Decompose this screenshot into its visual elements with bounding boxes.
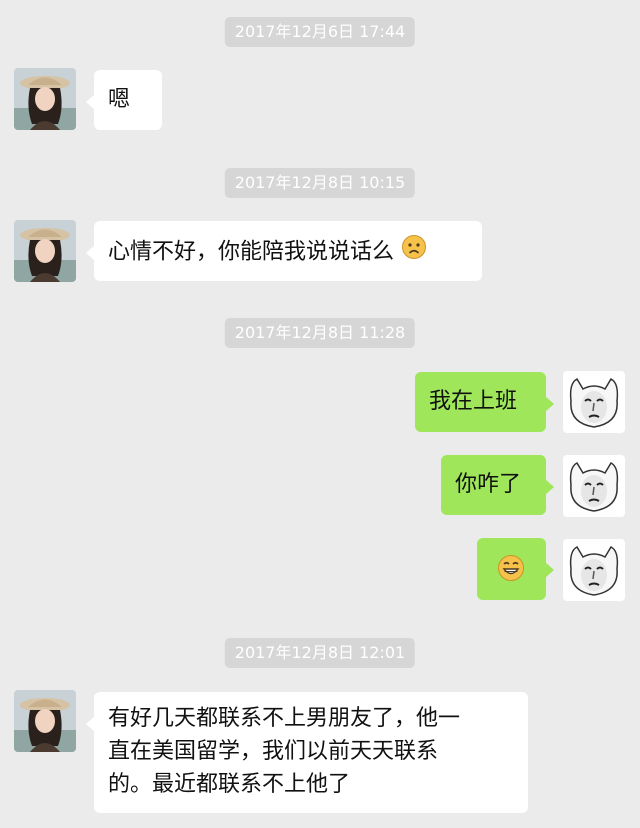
message-text: 我在上班 <box>429 389 518 414</box>
self-avatar[interactable] <box>563 455 625 517</box>
received-message-1[interactable]: 嗯 <box>86 70 162 130</box>
sent-message-1[interactable]: 我在上班 <box>415 372 554 432</box>
received-message-3[interactable]: 有好几天都联系不上男朋友了，他一 直在美国留学，我们以前天天联系 的。最近都联系… <box>86 692 528 813</box>
grinning-face-icon <box>497 554 525 593</box>
message-line: 的。最近都联系不上他了 <box>108 772 351 797</box>
message-text: 心情不好，你能陪我说说话么 <box>108 239 395 265</box>
sad-face-icon <box>401 234 427 271</box>
timestamp-1: 2017年12月6日 17:44 <box>224 17 416 47</box>
timestamp-2: 2017年12月8日 10:15 <box>224 168 416 198</box>
received-message-2[interactable]: 心情不好，你能陪我说说话么 <box>86 221 482 281</box>
contact-avatar[interactable] <box>14 68 76 130</box>
sent-message-2[interactable]: 你咋了 <box>441 455 554 515</box>
message-line: 有好几天都联系不上男朋友了，他一 <box>108 706 461 731</box>
contact-avatar[interactable] <box>14 690 76 752</box>
sent-message-3[interactable] <box>477 538 554 600</box>
message-text: 嗯 <box>108 87 131 112</box>
timestamp-4: 2017年12月8日 12:01 <box>224 638 416 668</box>
self-avatar[interactable] <box>563 539 625 601</box>
contact-avatar[interactable] <box>14 220 76 282</box>
timestamp-3: 2017年12月8日 11:28 <box>224 318 416 348</box>
message-text: 你咋了 <box>455 472 522 497</box>
message-line: 直在美国留学，我们以前天天联系 <box>108 739 439 764</box>
self-avatar[interactable] <box>563 371 625 433</box>
